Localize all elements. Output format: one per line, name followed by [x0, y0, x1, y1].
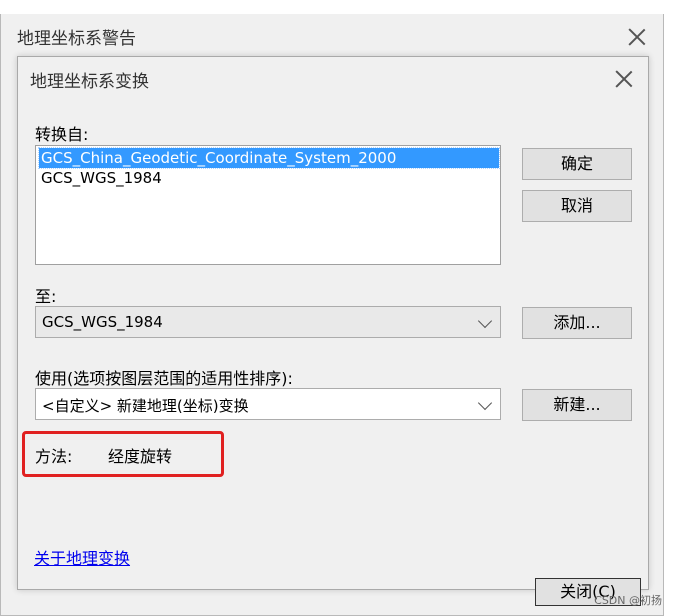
use-label: 使用(选项按图层范围的适用性排序):	[35, 369, 293, 388]
about-transform-link[interactable]: 关于地理变换	[34, 545, 130, 569]
inner-dialog: 地理坐标系变换 转换自: GCS_China_Geodetic_Coordina…	[17, 56, 649, 590]
watermark: CSDN @初扬	[594, 594, 662, 607]
chevron-down-icon	[477, 395, 493, 411]
inner-dialog-title: 地理坐标系变换	[30, 72, 149, 92]
to-label: 至:	[35, 287, 57, 306]
add-button[interactable]: 添加...	[522, 307, 632, 339]
list-item[interactable]: GCS_China_Geodetic_Coordinate_System_200…	[38, 147, 500, 169]
outer-close-icon[interactable]	[625, 25, 649, 49]
outer-dialog: 地理坐标系警告 地理坐标系变换 转换自: GCS_China_Geodetic_…	[0, 0, 664, 616]
use-select[interactable]: <自定义> 新建地理(坐标)变换	[35, 388, 501, 420]
outer-dialog-title: 地理坐标系警告	[17, 29, 136, 49]
ok-button[interactable]: 确定	[522, 148, 632, 180]
from-listbox[interactable]: GCS_China_Geodetic_Coordinate_System_200…	[35, 145, 501, 265]
from-label: 转换自:	[35, 125, 89, 144]
to-select-value: GCS_WGS_1984	[42, 313, 163, 331]
to-select[interactable]: GCS_WGS_1984	[35, 306, 501, 338]
cancel-button[interactable]: 取消	[522, 190, 632, 222]
method-label: 方法:	[35, 447, 73, 466]
new-button[interactable]: 新建...	[522, 389, 632, 421]
method-value: 经度旋转	[108, 447, 173, 466]
list-item[interactable]: GCS_WGS_1984	[39, 168, 162, 188]
use-select-value: <自定义> 新建地理(坐标)变换	[42, 397, 249, 415]
top-strip	[0, 0, 676, 14]
chevron-down-icon	[477, 313, 493, 329]
inner-close-icon[interactable]	[612, 67, 636, 91]
